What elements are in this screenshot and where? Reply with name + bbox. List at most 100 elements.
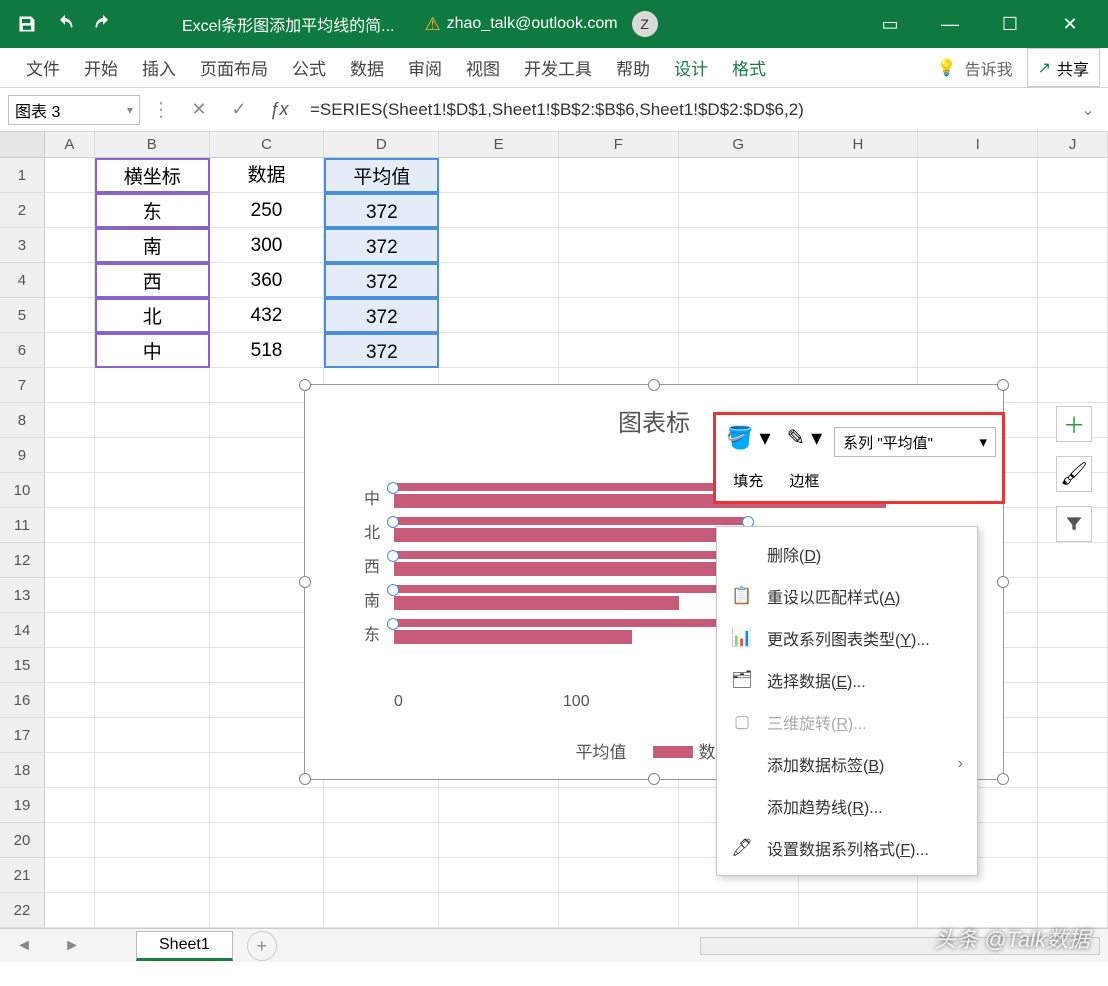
spreadsheet-grid[interactable]: A B C D E F G H I J 1 横坐标 数据 平均值 2 东 250… <box>0 132 1108 928</box>
cell[interactable] <box>324 893 439 928</box>
tab-view[interactable]: 视图 <box>454 48 512 87</box>
cell[interactable] <box>210 788 325 823</box>
share-button[interactable]: ↗共享 <box>1027 48 1100 87</box>
cell[interactable] <box>1038 858 1108 893</box>
row-header[interactable]: 21 <box>0 858 45 893</box>
col-header[interactable]: E <box>439 132 559 157</box>
cell[interactable] <box>45 753 95 788</box>
redo-icon[interactable] <box>84 0 122 48</box>
enter-formula-icon[interactable]: ✓ <box>222 99 256 120</box>
cell[interactable] <box>45 193 95 228</box>
cell[interactable] <box>559 298 679 333</box>
cell[interactable] <box>1038 683 1108 718</box>
context-menu-item[interactable]: 删除(D) <box>717 533 977 575</box>
tab-format[interactable]: 格式 <box>720 48 778 87</box>
ribbon-options-icon[interactable]: ▭ <box>860 0 920 48</box>
cell[interactable] <box>45 298 95 333</box>
resize-handle[interactable] <box>299 576 311 588</box>
maximize-icon[interactable]: ☐ <box>980 0 1040 48</box>
row-header[interactable]: 10 <box>0 473 45 508</box>
resize-handle[interactable] <box>997 773 1009 785</box>
cell[interactable] <box>210 858 325 893</box>
cell[interactable]: 432 <box>210 298 325 333</box>
tab-formulas[interactable]: 公式 <box>280 48 338 87</box>
cell[interactable] <box>1038 543 1108 578</box>
context-menu-item[interactable]: 添加趋势线(R)... <box>717 785 977 827</box>
cell[interactable] <box>210 893 325 928</box>
row-header[interactable]: 17 <box>0 718 45 753</box>
cell[interactable]: 南 <box>95 228 210 263</box>
cell[interactable] <box>918 228 1038 263</box>
cell[interactable] <box>1038 788 1108 823</box>
cell[interactable] <box>95 543 210 578</box>
cell[interactable]: 372 <box>324 228 439 263</box>
bar-data[interactable] <box>394 596 679 610</box>
sheet-nav-next[interactable]: ► <box>48 937 96 955</box>
col-header[interactable]: F <box>559 132 679 157</box>
cell[interactable] <box>799 893 919 928</box>
cell[interactable] <box>439 788 559 823</box>
sheet-tab-active[interactable]: Sheet1 <box>136 931 233 961</box>
minimize-icon[interactable]: — <box>920 0 980 48</box>
cell[interactable]: 中 <box>95 333 210 368</box>
cell[interactable] <box>918 193 1038 228</box>
cell[interactable] <box>324 823 439 858</box>
context-menu-item[interactable]: 添加数据标签(B)› <box>717 743 977 785</box>
cell[interactable] <box>559 788 679 823</box>
cell[interactable] <box>45 683 95 718</box>
cell[interactable] <box>439 298 559 333</box>
cell[interactable] <box>45 893 95 928</box>
cell[interactable] <box>324 858 439 893</box>
row-header[interactable]: 4 <box>0 263 45 298</box>
row-header[interactable]: 8 <box>0 403 45 438</box>
cell[interactable] <box>45 333 95 368</box>
cell[interactable] <box>439 158 559 193</box>
cell[interactable] <box>95 508 210 543</box>
row-header[interactable]: 11 <box>0 508 45 543</box>
cell[interactable] <box>95 473 210 508</box>
cell[interactable] <box>1038 298 1108 333</box>
row-header[interactable]: 16 <box>0 683 45 718</box>
cell[interactable] <box>439 333 559 368</box>
row-header[interactable]: 12 <box>0 543 45 578</box>
save-icon[interactable] <box>8 0 46 48</box>
cell[interactable] <box>45 473 95 508</box>
row-header[interactable]: 6 <box>0 333 45 368</box>
tab-insert[interactable]: 插入 <box>130 48 188 87</box>
select-all-corner[interactable] <box>0 132 45 157</box>
cell[interactable] <box>45 158 95 193</box>
cell[interactable] <box>45 823 95 858</box>
user-email[interactable]: zhao_talk@outlook.com <box>447 15 618 33</box>
resize-handle[interactable] <box>648 773 660 785</box>
cell[interactable]: 300 <box>210 228 325 263</box>
fill-button[interactable]: 🪣 ▾ 填充 <box>722 421 775 495</box>
cell[interactable] <box>918 298 1038 333</box>
bar-avg[interactable] <box>394 551 747 559</box>
resize-handle[interactable] <box>997 576 1009 588</box>
cell[interactable]: 东 <box>95 193 210 228</box>
formula-expand-icon[interactable]: ⌄ <box>1076 100 1100 120</box>
resize-handle[interactable] <box>997 379 1009 391</box>
cell[interactable] <box>1038 718 1108 753</box>
tab-file[interactable]: 文件 <box>14 48 72 87</box>
cell[interactable]: 372 <box>324 193 439 228</box>
cell[interactable] <box>559 193 679 228</box>
cell[interactable] <box>799 193 919 228</box>
cell[interactable] <box>1038 333 1108 368</box>
cell[interactable]: 北 <box>95 298 210 333</box>
cell[interactable] <box>45 263 95 298</box>
cancel-formula-icon[interactable]: ✕ <box>182 99 216 120</box>
bar-data[interactable] <box>394 630 632 644</box>
fx-icon[interactable]: ƒx <box>262 99 296 120</box>
resize-handle[interactable] <box>299 379 311 391</box>
cell[interactable] <box>210 823 325 858</box>
name-box[interactable]: 图表 3 <box>8 95 140 125</box>
context-menu-item[interactable]: 🖊设置数据系列格式(F)... <box>717 827 977 869</box>
bar-avg[interactable] <box>394 585 747 593</box>
chart-filters-button[interactable] <box>1056 506 1092 542</box>
cell[interactable] <box>1038 193 1108 228</box>
cell[interactable] <box>559 893 679 928</box>
cell[interactable] <box>45 858 95 893</box>
row-header[interactable]: 15 <box>0 648 45 683</box>
row-header[interactable]: 22 <box>0 893 45 928</box>
